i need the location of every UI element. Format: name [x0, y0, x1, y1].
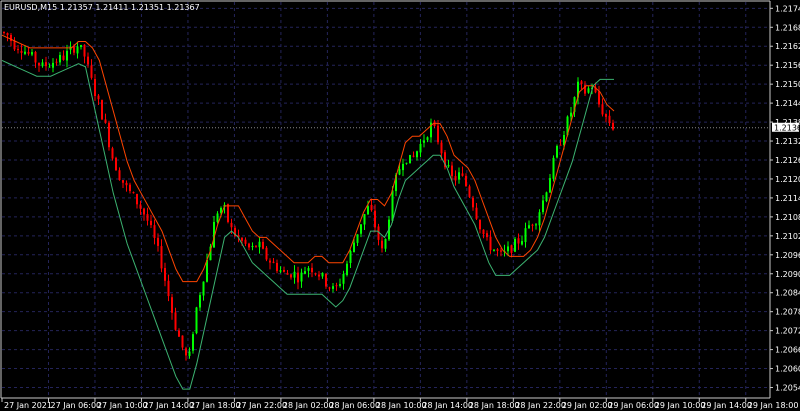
y-tick-label: 1.21025 — [775, 232, 800, 241]
x-tick-label: 28 Jan 10:00 — [376, 401, 427, 410]
x-tick-label: 27 Jan 2021 — [4, 401, 52, 410]
candle — [556, 144, 558, 159]
y-tick-label: 1.21625 — [775, 42, 800, 51]
candle — [192, 331, 194, 354]
x-tick-label: 28 Jan 22:00 — [515, 401, 566, 410]
y-tick-label: 1.20905 — [775, 270, 800, 279]
y-tick-label: 1.21685 — [775, 23, 800, 32]
candle — [409, 154, 411, 164]
y-tick-label: 1.21505 — [775, 80, 800, 89]
x-tick-label: 29 Jan 02:00 — [562, 401, 613, 410]
candle — [325, 272, 327, 289]
x-tick-label: 28 Jan 14:00 — [422, 401, 473, 410]
x-tick-label: 29 Jan 14:00 — [701, 401, 752, 410]
x-tick-label: 29 Jan 06:00 — [608, 401, 659, 410]
y-tick-label: 1.21325 — [775, 137, 800, 146]
candle — [111, 146, 114, 161]
candle — [101, 99, 103, 120]
current-price-label-text: 1.21367 — [774, 123, 800, 132]
y-axis: 1.21745 1.21685 1.21625 1.21565 1.21505 1.214… — [770, 4, 800, 393]
x-tick-label: 27 Jan 14:00 — [143, 401, 194, 410]
symbol-info: EURUSD,M15 1.21357 1.21411 1.21351 1.213… — [4, 3, 200, 12]
y-tick-label: 1.20725 — [775, 327, 800, 336]
candle — [227, 203, 229, 224]
candle — [444, 150, 446, 170]
y-tick-label: 1.21565 — [775, 61, 800, 70]
y-tick-label: 1.21145 — [775, 194, 800, 203]
y-tick-label: 1.20785 — [775, 308, 800, 317]
y-tick-label: 1.21265 — [775, 156, 800, 165]
x-tick-label: 29 Jan 10:00 — [655, 401, 706, 410]
y-tick-label: 1.21745 — [775, 4, 800, 13]
y-tick-label: 1.21445 — [775, 99, 800, 108]
candle — [115, 156, 117, 171]
x-tick-label: 28 Jan 06:00 — [329, 401, 380, 410]
x-tick-label: 28 Jan 02:00 — [283, 401, 334, 410]
price-chart[interactable]: 1.21745 1.21685 1.21625 1.21565 1.21505 1.214… — [0, 0, 800, 411]
candle — [195, 306, 198, 335]
candle — [108, 120, 110, 151]
y-tick-label: 1.20965 — [775, 251, 800, 260]
candle — [514, 237, 516, 253]
y-tick-label: 1.20605 — [775, 365, 800, 374]
y-tick-label: 1.20845 — [775, 289, 800, 298]
candle — [265, 246, 268, 262]
current-price-label: 1.21367 — [772, 122, 800, 132]
x-tick-label: 27 Jan 06:00 — [50, 401, 101, 410]
candle — [468, 184, 471, 199]
x-tick-label: 27 Jan 18:00 — [190, 401, 241, 410]
candle — [552, 155, 555, 182]
x-tick-label: 28 Jan 18:00 — [469, 401, 520, 410]
candle — [545, 191, 548, 203]
x-tick-label: 27 Jan 22:00 — [236, 401, 287, 410]
y-tick-label: 1.20545 — [775, 384, 800, 393]
x-tick-label: 29 Jan 18:00 — [748, 401, 799, 410]
y-tick-label: 1.21205 — [775, 175, 800, 184]
y-tick-label: 1.20665 — [775, 346, 800, 355]
y-tick-label: 1.21085 — [775, 213, 800, 222]
x-tick-label: 27 Jan 10:00 — [97, 401, 148, 410]
